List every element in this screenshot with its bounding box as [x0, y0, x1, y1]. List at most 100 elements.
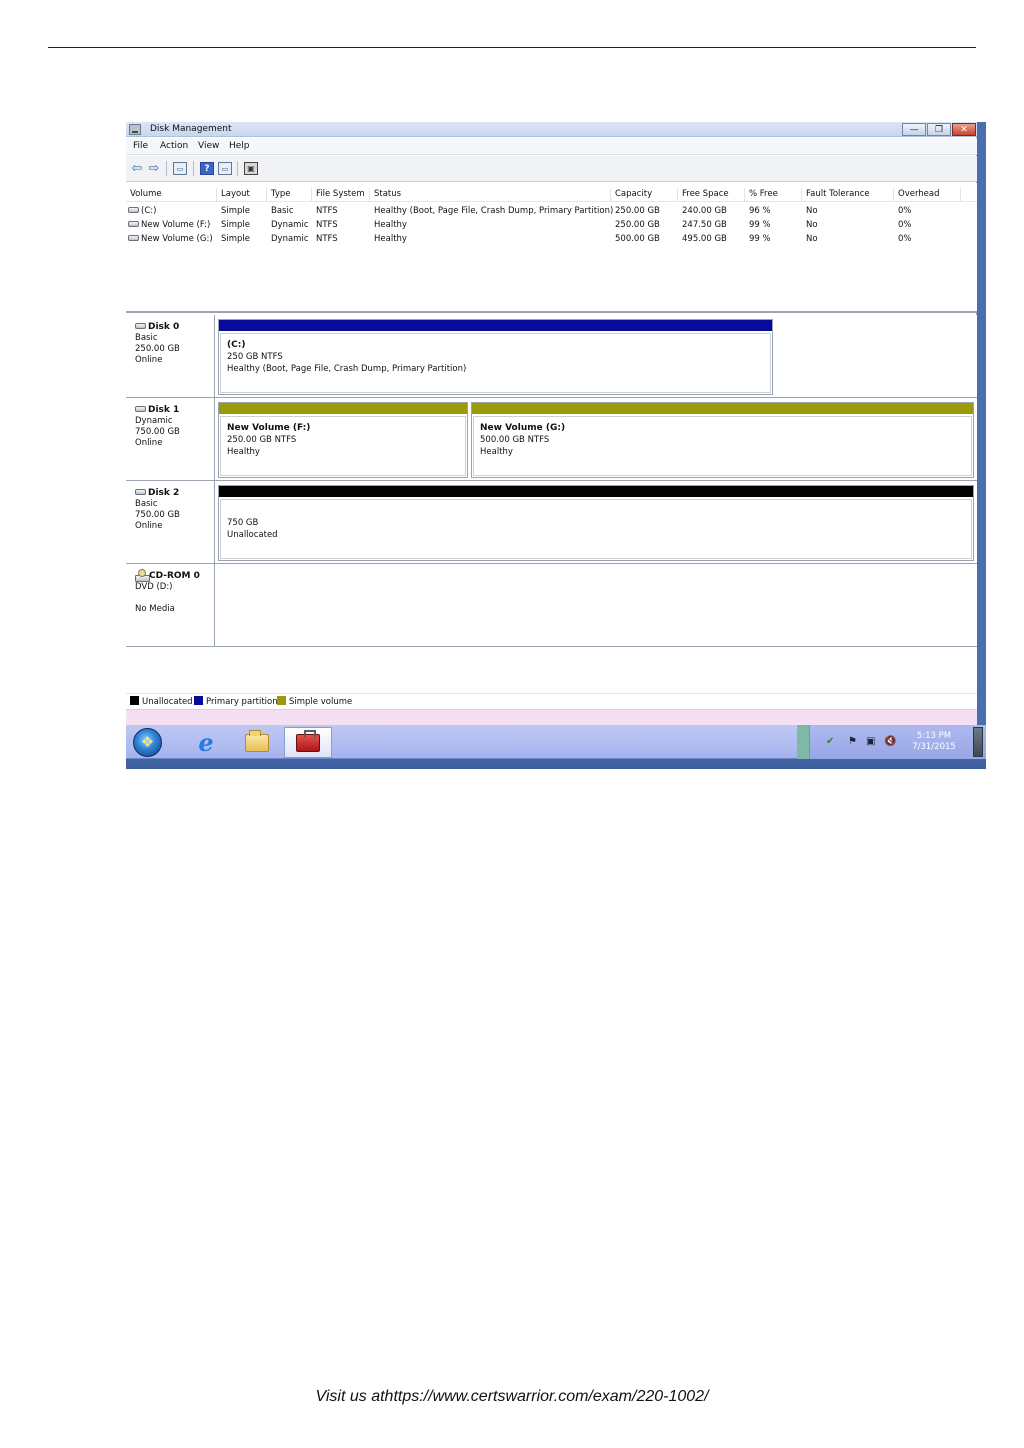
properties-icon[interactable]: ▣ [244, 162, 258, 175]
column-divider[interactable] [369, 188, 370, 202]
minimize-button[interactable]: — [902, 123, 926, 136]
header-status[interactable]: Status [374, 189, 401, 199]
taskbar-computer-management[interactable] [284, 727, 332, 758]
restore-button[interactable]: ❐ [927, 123, 951, 136]
cell-layout: Simple [221, 206, 251, 216]
header-layout[interactable]: Layout [221, 189, 250, 199]
clock-date: 7/31/2015 [912, 742, 956, 752]
table-row-c[interactable]: (C:) Simple Basic NTFS Healthy (Boot, Pa… [126, 206, 977, 220]
cell-file-system: NTFS [316, 206, 338, 216]
legend-label: Unallocated [142, 697, 193, 707]
column-divider[interactable] [610, 188, 611, 202]
column-divider[interactable] [216, 188, 217, 202]
partition-f[interactable]: New Volume (F:) 250.00 GB NTFS Healthy [218, 402, 468, 478]
volume-list-header: Volume Layout Type File System Status Ca… [126, 186, 977, 202]
column-divider[interactable] [266, 188, 267, 202]
disk-state: Online [135, 438, 163, 448]
cell-fault-tolerance: No [806, 234, 818, 244]
cell-layout: Simple [221, 220, 251, 230]
disk-row-cd-rom-0: CD-ROM 0 DVD (D:) No Media [126, 564, 977, 647]
title-bar[interactable]: Disk Management — ❐ ✕ [126, 122, 977, 137]
table-row-g[interactable]: New Volume (G:) Simple Dynamic NTFS Heal… [126, 234, 977, 248]
computer-management-toolbox-icon [296, 729, 320, 752]
action-center-icon[interactable]: ✔ [826, 736, 834, 747]
table-row-f[interactable]: New Volume (F:) Simple Dynamic NTFS Heal… [126, 220, 977, 234]
header-file-system[interactable]: File System [316, 189, 365, 199]
disk-label[interactable]: CD-ROM 0 DVD (D:) No Media [126, 564, 215, 646]
help-icon[interactable]: ? [200, 162, 214, 175]
column-divider[interactable] [677, 188, 678, 202]
partition-status: Healthy (Boot, Page File, Crash Dump, Pr… [227, 364, 467, 374]
network-icon[interactable]: ▣ [866, 736, 875, 747]
legend-label: Simple volume [289, 697, 353, 707]
clock[interactable]: 5:13 PM 7/31/2015 [906, 731, 962, 753]
disk-label[interactable]: Disk 0 Basic 250.00 GB Online [126, 315, 215, 397]
disk-label[interactable]: Disk 1 Dynamic 750.00 GB Online [126, 398, 215, 480]
menu-view[interactable]: View [198, 141, 219, 151]
partition-unallocated[interactable]: 750 GB Unallocated [218, 485, 974, 561]
details-pane-icon[interactable]: ▭ [218, 162, 232, 175]
disk-name: Disk 1 [148, 405, 180, 415]
console-tree-icon[interactable]: ▭ [173, 162, 187, 175]
window-controls: — ❐ ✕ [901, 123, 976, 136]
disk-row-disk-2: Disk 2 Basic 750.00 GB Online 750 GB Una… [126, 481, 977, 564]
header-volume[interactable]: Volume [130, 189, 162, 199]
cell-capacity: 250.00 GB [615, 206, 660, 216]
column-divider[interactable] [801, 188, 802, 202]
header-free-space[interactable]: Free Space [682, 189, 729, 199]
header-overhead[interactable]: Overhead [898, 189, 940, 199]
forward-arrow-icon[interactable]: ⇨ [147, 161, 161, 176]
partition-color-bar [472, 403, 973, 414]
hard-drive-icon [128, 220, 139, 227]
menu-action[interactable]: Action [160, 141, 188, 151]
clock-time: 5:13 PM [916, 731, 952, 741]
taskbar-strip: e ✔ ⚑ ▣ 🔇 5:13 PM 7/31/2015 [126, 725, 986, 759]
file-explorer-folder-icon [245, 729, 269, 752]
column-divider[interactable] [960, 188, 961, 202]
close-button[interactable]: ✕ [952, 123, 976, 136]
column-divider[interactable] [311, 188, 312, 202]
partition-color-bar [219, 486, 973, 497]
disk-label[interactable]: Disk 2 Basic 750.00 GB Online [126, 481, 215, 563]
hard-drive-icon [135, 322, 146, 329]
flag-icon[interactable]: ⚑ [848, 736, 857, 747]
disk-size: 750.00 GB [135, 427, 180, 437]
cell-volume: New Volume (G:) [141, 234, 213, 244]
header-type[interactable]: Type [271, 189, 291, 199]
column-divider[interactable] [893, 188, 894, 202]
cell-status: Healthy [374, 234, 407, 244]
back-arrow-icon[interactable]: ⇦ [130, 161, 144, 176]
partition-c[interactable]: (C:) 250 GB NTFS Healthy (Boot, Page Fil… [218, 319, 773, 395]
disk-row-disk-0: Disk 0 Basic 250.00 GB Online (C:) 250 G… [126, 315, 977, 398]
header-percent-free[interactable]: % Free [749, 189, 778, 199]
partition-info: New Volume (F:) 250.00 GB NTFS Healthy [220, 416, 466, 476]
partition-title: New Volume (G:) [480, 423, 566, 433]
cell-overhead: 0% [898, 234, 912, 244]
disk-name: CD-ROM 0 [149, 571, 200, 581]
volume-muted-icon[interactable]: 🔇 [884, 736, 896, 747]
system-tray: ✔ ⚑ ▣ 🔇 5:13 PM 7/31/2015 [809, 725, 986, 759]
partition-size: 750 GB [227, 518, 259, 528]
disk-type: Basic [135, 333, 158, 343]
footer-link-text: Visit us athttps://www.certswarrior.com/… [315, 1388, 709, 1405]
menu-file[interactable]: File [133, 141, 148, 151]
partition-g[interactable]: New Volume (G:) 500.00 GB NTFS Healthy [471, 402, 974, 478]
cell-status: Healthy [374, 220, 407, 230]
partition-status: Healthy [227, 447, 260, 457]
status-bar [126, 709, 977, 725]
hard-drive-icon [135, 488, 146, 495]
hard-drive-icon [128, 206, 139, 213]
partition-info: (C:) 250 GB NTFS Healthy (Boot, Page Fil… [220, 333, 771, 393]
partition-size: 500.00 GB NTFS [480, 435, 550, 445]
header-fault-tolerance[interactable]: Fault Tolerance [806, 189, 870, 199]
taskbar-internet-explorer[interactable]: e [182, 727, 230, 758]
cell-fault-tolerance: No [806, 206, 818, 216]
taskbar-file-explorer[interactable] [233, 727, 281, 758]
show-desktop-button[interactable] [973, 727, 983, 757]
cell-file-system: NTFS [316, 220, 338, 230]
header-capacity[interactable]: Capacity [615, 189, 652, 199]
start-orb-icon[interactable] [133, 728, 162, 757]
menu-help[interactable]: Help [229, 141, 250, 151]
legend-item-unallocated: Unallocated [130, 696, 193, 707]
column-divider[interactable] [744, 188, 745, 202]
